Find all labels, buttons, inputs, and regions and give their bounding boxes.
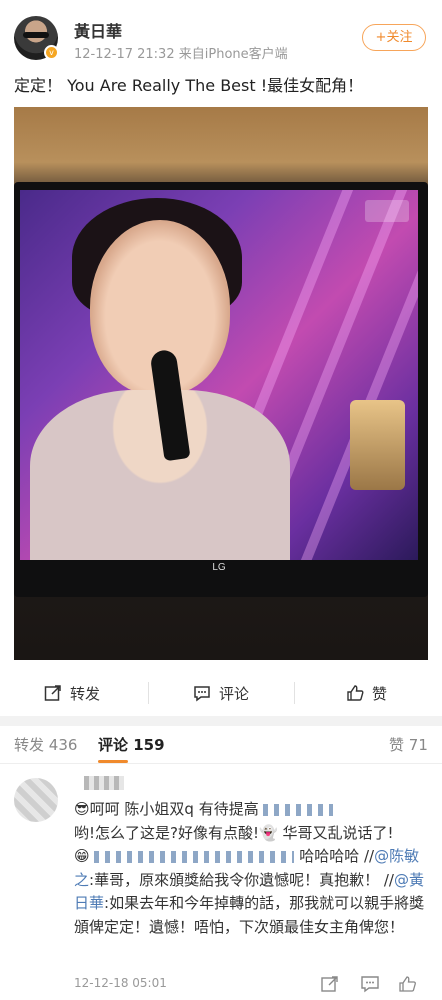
trophy [350,400,405,490]
stage-light [291,193,418,560]
tab-comments-label: 评论 [98,736,129,754]
tv-channel-logo [365,200,409,222]
post-meta: 12-12-17 21:32 来自iPhone客户端 [74,43,288,62]
comment-reply-2: :如果去年和今年掉轉的話，那我就可以親手將獎頒俾定定！遺憾！唔怕，下次頒最佳女主… [74,894,425,936]
comment-body: 😎呵呵 陈小姐双q 有待提高 哟!怎么了这是?好像有点酸!👻 华哥又乱说话了! … [74,798,426,939]
repost-label: 转发 [70,684,101,703]
post-source: 来自iPhone客户端 [178,47,288,62]
comment-line-2a: 哟!怎么了这是?好像有点酸! [74,823,259,842]
tab-likes[interactable]: 赞 71 [389,734,428,755]
repost-button[interactable]: 转发 [44,670,100,716]
comment-line-3-tail: 哈哈哈哈 // [299,847,375,865]
tab-reposts[interactable]: 转发 436 [14,734,77,755]
tab-bar: 转发 436 评论 159 赞 71 [0,726,442,764]
comment-timestamp: 12-12-18 05:01 [74,976,167,990]
comment-label: 评论 [219,684,250,703]
avatar-glasses [23,32,49,38]
sunglasses-emoji-icon: 😎 [74,800,90,818]
tv-screen [20,190,418,560]
post-image[interactable]: LG [14,107,428,660]
repost-icon[interactable] [320,974,340,994]
thumbs-up-icon [347,685,364,701]
tv-brand-logo: LG [212,562,226,573]
action-bar: 转发 评论 赞 [0,670,442,716]
comment-footer: 12-12-18 05:01 [74,974,434,994]
commenter-name-blurred[interactable] [84,776,124,790]
comment-icon [194,686,210,702]
divider [294,682,295,704]
post-timestamp: 12-12-17 21:32 [74,47,175,62]
comment-item: 😎呵呵 陈小姐双q 有待提高 哟!怎么了这是?好像有点酸!👻 华哥又乱说话了! … [0,768,442,1000]
repost-icon [44,685,61,701]
thumbs-up-icon[interactable] [398,974,418,994]
tab-comments[interactable]: 评论 159 [98,734,165,755]
ghost-emoji-icon: 👻 [259,823,278,842]
post-header: v 黃日華 12-12-17 21:32 来自iPhone客户端 +关注 [0,0,442,66]
divider [148,682,149,704]
blurred-text [94,850,295,863]
tab-reposts-count: 436 [48,736,78,754]
tab-likes-label: 赞 [389,736,405,754]
like-label: 赞 [372,684,388,703]
comment-icon[interactable] [360,974,380,994]
grin-emoji-icon: 😁 [74,847,90,865]
comment-line-1: 呵呵 陈小姐双q 有待提高 [89,800,259,818]
section-gap [0,716,442,726]
tab-reposts-label: 转发 [14,736,45,754]
comment-line-2b: 华哥又乱说话了! [277,823,394,842]
like-button[interactable]: 赞 [346,670,387,716]
follow-button[interactable]: +关注 [362,24,426,51]
verified-badge-icon: v [44,45,59,60]
author-name[interactable]: 黃日華 [74,18,122,42]
comment-reply-1: :華哥，原來頒獎給我令你遺憾呢！真抱歉！ // [89,870,394,889]
active-tab-indicator [98,760,128,763]
comment-button[interactable]: 评论 [193,670,249,716]
commenter-avatar[interactable] [14,778,58,822]
tab-likes-count: 71 [408,736,428,754]
blurred-text [263,803,334,816]
post-text: 定定！ You Are Really The Best !最佳女配角！ [14,76,364,95]
tab-comments-count: 159 [133,736,165,754]
